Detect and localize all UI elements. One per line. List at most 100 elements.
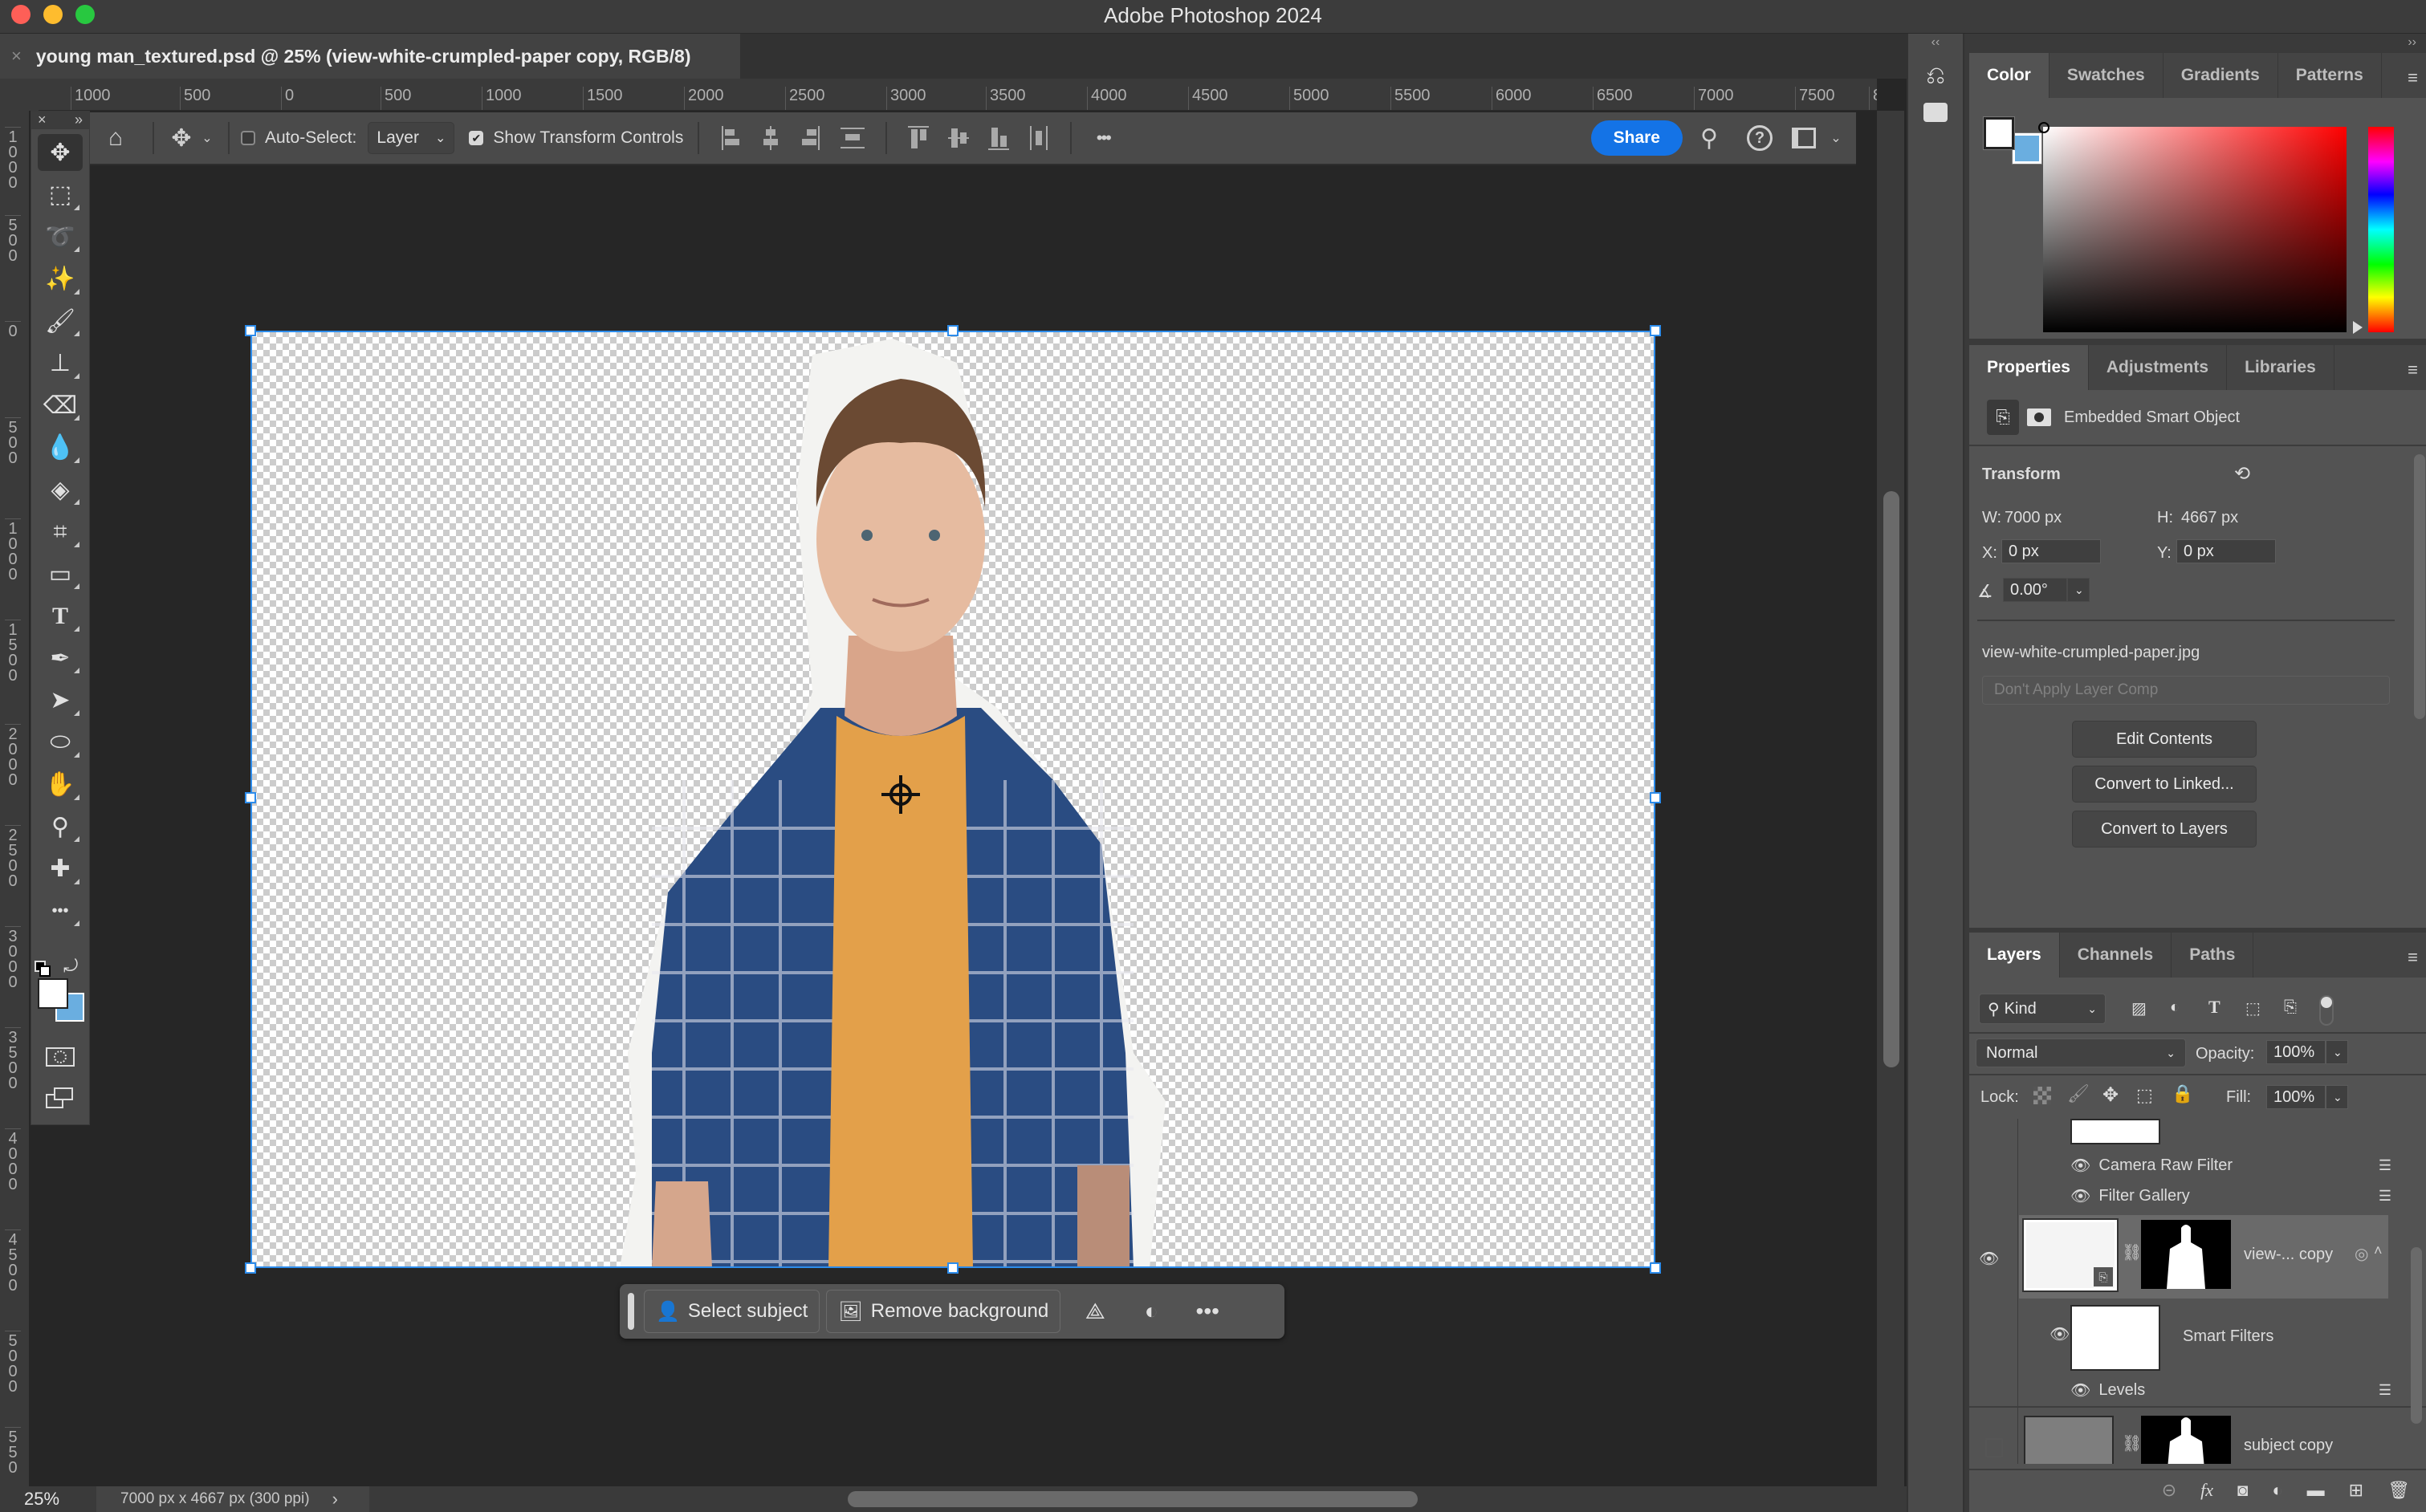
tab-swatches[interactable]: Swatches [2049,53,2163,98]
rotation-angle-input[interactable]: 0.00° [2003,578,2067,602]
tab-properties[interactable]: Properties [1969,345,2089,390]
taskbar-drag-handle[interactable] [628,1293,634,1330]
smart-filter-item[interactable]: 👁 Filter Gallery ☰ [2070,1181,2391,1210]
adjustment-layer-icon[interactable]: ◐ [2272,1480,2282,1501]
paint-bucket-tool[interactable]: ◈ [38,471,83,508]
color-panel-foreground-swatch[interactable] [1983,116,2015,150]
filter-type-layers-icon[interactable]: T [2208,997,2220,1018]
filter-adjustment-layers-icon[interactable]: ◐ [2170,998,2180,1017]
align-top-edges-icon[interactable] [908,126,930,150]
distribute-vertically-icon[interactable] [841,126,865,150]
edit-toolbar[interactable]: ••• [38,892,83,929]
transform-handle-top[interactable] [947,325,959,336]
panel-menu-icon[interactable]: ≡ [2408,947,2418,968]
tab-layers[interactable]: Layers [1969,933,2060,978]
lock-transparent-pixels-icon[interactable] [2033,1087,2051,1104]
remove-background-button[interactable]: 🖼 Remove background [826,1290,1061,1333]
tool-preset-chevron-icon[interactable]: ⌄ [197,130,217,146]
swap-colors-icon[interactable]: ⤾ [63,956,78,977]
clone-stamp-tool[interactable]: ⊥ [38,345,83,382]
help-icon[interactable]: ? [1736,125,1784,151]
show-transform-controls-checkbox[interactable]: ✔ [469,131,484,145]
new-layer-icon[interactable]: ⊞ [2349,1480,2363,1501]
transform-handle-left[interactable] [245,792,256,803]
layers-scrollbar-thumb[interactable] [2411,1247,2422,1424]
opacity-dropdown[interactable]: ⌄ [2326,1040,2348,1064]
layer-comp-dropdown[interactable]: Don't Apply Layer Comp [1982,676,2390,705]
ellipse-tool[interactable]: ⬭ [38,724,83,761]
edit-contents-button[interactable]: Edit Contents [2072,721,2257,758]
add-mask-icon[interactable]: ◙ [2237,1480,2248,1501]
zoom-level[interactable]: 25% [0,1489,59,1510]
smart-filters-row[interactable]: 👁 Smart Filters [2041,1302,2387,1374]
transform-bounding-box[interactable] [245,325,1661,1274]
link-layers-icon[interactable]: ⊝ [2162,1480,2176,1501]
transform-handle-top-right[interactable] [1650,325,1661,336]
convert-to-linked-button[interactable]: Convert to Linked... [2072,766,2257,803]
more-options-icon[interactable]: ••• [1179,1299,1235,1324]
tools-panel-header[interactable]: × » [31,112,89,129]
rectangular-marquee-tool[interactable]: ⬚ [38,177,83,213]
move-tool-icon[interactable]: ✥ [165,124,197,152]
align-horizontal-centers-icon[interactable] [760,126,781,150]
blur-tool[interactable]: 💧 [38,429,83,466]
adjustment-icon[interactable]: ◐ [1123,1299,1179,1324]
visibility-eye-icon[interactable]: 👁 [2049,1324,2070,1344]
visibility-eye-icon[interactable]: 👁 [2070,1380,2090,1400]
transform-warp-icon[interactable]: ⟁ [1067,1299,1123,1325]
filter-pixel-layers-icon[interactable]: ▨ [2131,998,2147,1018]
lock-image-pixels-icon[interactable]: 🖌 [2067,1083,2090,1104]
eraser-tool[interactable]: ⌫ [38,387,83,424]
layer-mask-thumbnail[interactable] [2141,1220,2231,1289]
color-picker-cursor[interactable] [2038,122,2049,133]
opacity-input[interactable]: 100% [2266,1040,2326,1064]
move-tool[interactable]: ✥ [38,134,83,171]
expand-dock-icon[interactable]: ›› [2408,35,2416,50]
hue-slider-handle[interactable] [2353,321,2363,334]
smart-filters-indicator-icon[interactable]: ◎ [2355,1244,2368,1264]
tab-color[interactable]: Color [1969,53,2049,98]
layer-filter-kind-dropdown[interactable]: ⚲ Kind ⌄ [1979,994,2106,1024]
smart-filter-item[interactable]: 👁 Camera Raw Filter ☰ [2070,1151,2391,1180]
filter-smart-objects-icon[interactable]: ⎘ [2284,998,2297,1017]
lasso-tool[interactable]: ➰ [38,218,83,255]
align-bottom-edges-icon[interactable] [988,126,1010,150]
visibility-eye-icon[interactable]: 👁 [2070,1156,2090,1176]
lock-artboard-icon[interactable]: ⬚ [2136,1085,2153,1106]
align-left-edges-icon[interactable] [720,126,741,150]
visibility-toggle-off[interactable] [1985,1438,2003,1457]
document-info[interactable]: 7000 px x 4667 px (300 ppi) › [96,1486,369,1512]
healing-brush-tool[interactable]: ✚ [38,851,83,888]
blend-mode-dropdown[interactable]: Normal ⌄ [1976,1038,2186,1067]
color-panel-background-swatch[interactable] [2012,132,2042,165]
blending-options-icon[interactable]: ☰ [2379,1382,2391,1399]
lock-all-icon[interactable]: 🔒 [2172,1083,2193,1104]
foreground-color-swatch[interactable] [38,978,68,1009]
gradient-tool[interactable]: ▭ [38,555,83,592]
smart-filter-item[interactable]: 👁 Levels ☰ [2070,1376,2391,1404]
filter-shape-layers-icon[interactable]: ⬚ [2245,998,2261,1018]
rotation-angle-dropdown[interactable]: ⌄ [2067,578,2090,602]
delete-layer-icon[interactable]: 🗑 [2387,1480,2410,1501]
vertical-ruler[interactable]: 1000500050010001500200025003000350040004… [0,111,29,1486]
hand-tool[interactable]: ✋ [38,766,83,803]
search-icon[interactable]: ⚲ [1683,124,1736,152]
collapse-dock-icon[interactable]: ‹‹ [1908,35,1963,50]
more-options-icon[interactable]: ••• [1083,128,1123,148]
new-group-icon[interactable]: ▬ [2307,1480,2325,1501]
close-tab-icon[interactable]: × [11,46,22,67]
filter-toggle-switch[interactable] [2319,995,2334,1026]
y-position-input[interactable]: 0 px [2176,539,2276,563]
select-subject-button[interactable]: 👤 Select subject [644,1290,820,1333]
screen-mode-icon[interactable] [46,1087,75,1108]
tab-paths[interactable]: Paths [2172,933,2254,978]
lock-position-icon[interactable]: ✥ [2102,1083,2119,1107]
share-button[interactable]: Share [1590,120,1683,156]
fill-input[interactable]: 100% [2266,1085,2326,1109]
panel-menu-icon[interactable]: ≡ [2408,67,2418,88]
align-vertical-centers-icon[interactable] [948,126,970,150]
workspace-chevron-icon[interactable]: ⌄ [1824,130,1848,146]
zoom-tool[interactable]: ⚲ [38,808,83,845]
layer-thumbnail[interactable]: ⎘ [2022,1218,2119,1292]
fill-dropdown[interactable]: ⌄ [2326,1085,2348,1109]
